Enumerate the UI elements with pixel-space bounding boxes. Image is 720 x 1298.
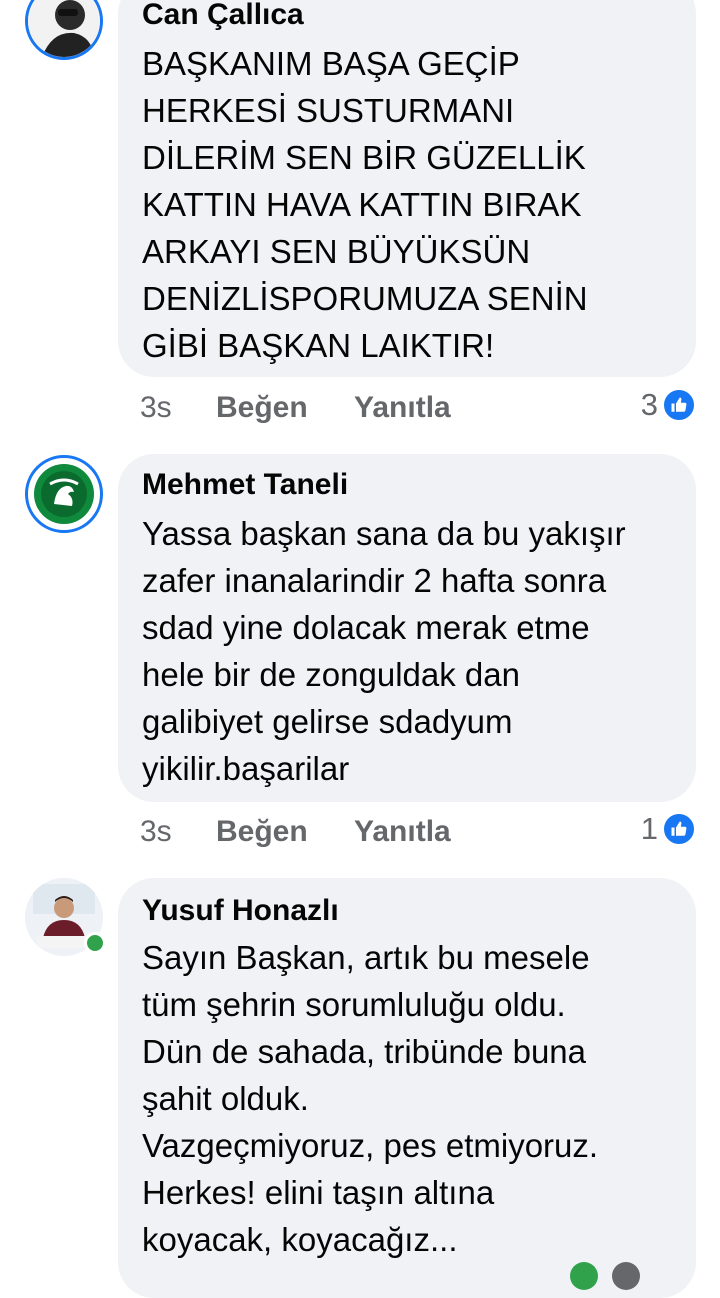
comment-author[interactable]: Mehmet Taneli bbox=[142, 468, 348, 502]
online-status-dot bbox=[84, 932, 106, 954]
like-button[interactable]: Beğen bbox=[216, 815, 354, 849]
avatar-can-callica[interactable] bbox=[25, 0, 103, 60]
comment-actions: 3s Beğen Yanıtla bbox=[140, 391, 451, 425]
comment-bubble: Yusuf Honazlı Sayın Başkan, artık bu mes… bbox=[118, 878, 696, 1298]
comment-time[interactable]: 3s bbox=[140, 391, 216, 425]
comment-actions: 3s Beğen Yanıtla bbox=[140, 815, 451, 849]
reaction-icon-partial bbox=[570, 1262, 598, 1290]
reply-button[interactable]: Yanıtla bbox=[354, 391, 451, 425]
comment-author[interactable]: Can Çallıca bbox=[142, 0, 304, 32]
person-silhouette-icon bbox=[28, 0, 100, 57]
reaction-count: 3 bbox=[640, 387, 658, 422]
reaction-icon-partial bbox=[612, 1262, 640, 1290]
comment-text: Yassa başkan sana da bu yakışır zafer in… bbox=[142, 515, 626, 787]
reaction-count: 1 bbox=[640, 811, 658, 846]
reaction-summary[interactable]: 3 bbox=[641, 387, 696, 423]
denizlispor-logo-icon bbox=[30, 460, 98, 528]
comment-text: Sayın Başkan, artık bu mesele tüm şehrin… bbox=[142, 939, 599, 1258]
avatar-mehmet-taneli[interactable] bbox=[25, 455, 103, 533]
comment-text: BAŞKANIM BAŞA GEÇİP HERKESİ SUSTURMANI D… bbox=[142, 45, 588, 364]
comment-author[interactable]: Yusuf Honazlı bbox=[142, 894, 339, 928]
reaction-summary[interactable]: 1 bbox=[641, 811, 696, 847]
thumbs-up-icon bbox=[662, 388, 696, 422]
comment-time[interactable]: 3s bbox=[140, 815, 216, 849]
comment-bubble: Can Çallıca BAŞKANIM BAŞA GEÇİP HERKESİ … bbox=[118, 0, 696, 377]
comment-bubble: Mehmet Taneli Yassa başkan sana da bu ya… bbox=[118, 454, 696, 802]
thumbs-up-icon bbox=[662, 812, 696, 846]
reply-button[interactable]: Yanıtla bbox=[354, 815, 451, 849]
like-button[interactable]: Beğen bbox=[216, 391, 354, 425]
